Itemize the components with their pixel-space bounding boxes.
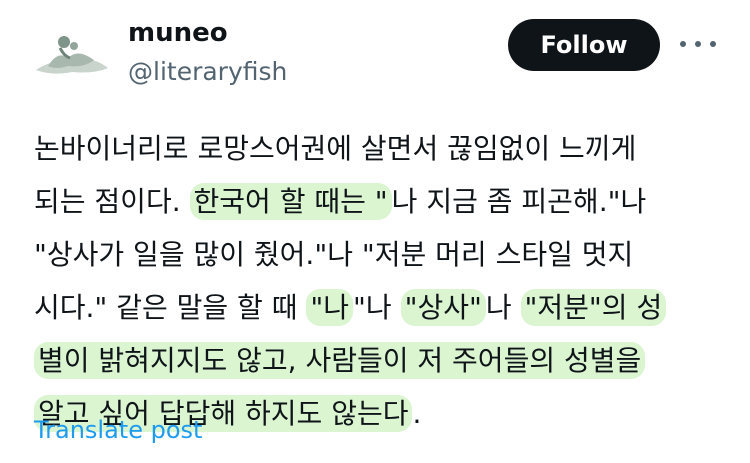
post-text-segment: "상사가 일을 많이 줬어."나 "저분 머리 스타일 멋지: [34, 238, 634, 271]
post-text-segment: 논바이너리로 로망스어권에 살면서 끊임없이 느끼게: [34, 132, 637, 165]
author-name[interactable]: muneo: [128, 16, 228, 50]
highlighted-text: 한국어 할 때는 ": [189, 183, 392, 220]
translate-post-link[interactable]: Translate post: [34, 416, 202, 444]
post-text-segment: 시다." 같은 말을 할 때: [34, 291, 307, 324]
post-text-segment: 나 지금 좀 피곤해."나: [391, 185, 647, 218]
highlighted-text: 별이 밝혀지지도 않고, 사람들이 저 주어들의 성별을: [34, 342, 646, 379]
post-line: "상사가 일을 많이 줬어."나 "저분 머리 스타일 멋지: [34, 228, 734, 281]
post-text-segment: "나: [353, 291, 401, 324]
avatar[interactable]: [34, 28, 110, 78]
more-dot: [680, 41, 686, 47]
highlighted-text: "나: [306, 289, 354, 326]
post-line: 별이 밝혀지지도 않고, 사람들이 저 주어들의 성별을: [34, 334, 734, 387]
post-line: 시다." 같은 말을 할 때 "나 "나 "상사" 나 "저분"의 성: [34, 281, 734, 334]
avatar-image: [36, 36, 108, 74]
post-text-segment: 되는 점이다.: [34, 185, 190, 218]
follow-button[interactable]: Follow: [508, 19, 660, 71]
highlighted-text: "상사": [400, 289, 486, 326]
more-icon[interactable]: [680, 34, 716, 54]
more-dot: [695, 41, 701, 47]
author-handle[interactable]: @literaryfish: [128, 56, 287, 88]
post-text: 논바이너리로 로망스어권에 살면서 끊임없이 느끼게되는 점이다. 한국어 할 …: [34, 122, 734, 440]
highlighted-text: "저분"의 성: [520, 289, 667, 326]
post-line: 되는 점이다. 한국어 할 때는 " 나 지금 좀 피곤해."나: [34, 175, 734, 228]
post-line: 논바이너리로 로망스어권에 살면서 끊임없이 느끼게: [34, 122, 734, 175]
post-text-segment: 나: [485, 291, 521, 324]
more-dot: [710, 41, 716, 47]
post-text-segment: .: [412, 397, 422, 430]
